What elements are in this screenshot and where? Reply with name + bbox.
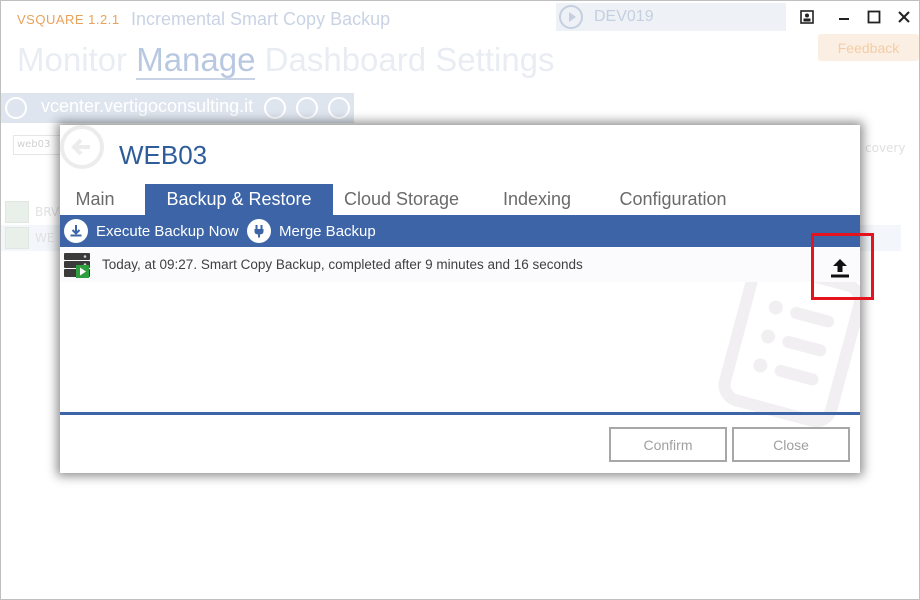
backup-row[interactable]: Today, at 09:27. Smart Copy Backup, comp… [60, 248, 860, 282]
document-watermark-icon [680, 280, 860, 430]
filter-input[interactable]: web03 [13, 135, 61, 155]
download-icon [64, 219, 88, 243]
screenshot-icon[interactable] [796, 6, 818, 28]
nav-item-dashboard[interactable]: Dashboard [265, 41, 426, 78]
vcenter-bar: vcenter.vertigoconsulting.it [1, 93, 354, 123]
play-icon [559, 5, 583, 29]
recovery-label: covery [865, 141, 906, 155]
title-bar: VSQUARE 1.2.1 Incremental Smart Copy Bac… [1, 1, 920, 33]
arrow-right-icon[interactable] [5, 97, 27, 119]
app-subtitle: Incremental Smart Copy Backup [131, 9, 391, 29]
vm-row-label: WE [35, 231, 55, 245]
vm-status-icon [5, 201, 29, 223]
execute-backup-label: Execute Backup Now [96, 222, 239, 240]
plug-icon [247, 219, 271, 243]
nav-item-monitor[interactable]: Monitor [17, 41, 127, 78]
server-name: DEV019 [594, 8, 654, 25]
tab-cloud-storage[interactable]: Cloud Storage [335, 184, 468, 215]
add-icon[interactable] [328, 97, 350, 119]
upload-icon[interactable] [828, 256, 852, 280]
tab-bar: Main Backup & Restore Cloud Storage Inde… [60, 184, 860, 215]
app-name: VSQUARE 1.2.1 [17, 12, 120, 27]
merge-backup-button[interactable]: Merge Backup [247, 215, 376, 247]
remove-icon[interactable] [264, 97, 286, 119]
tab-main[interactable]: Main [60, 184, 130, 215]
tab-configuration[interactable]: Configuration [610, 184, 736, 215]
execute-backup-button[interactable]: Execute Backup Now [64, 215, 239, 247]
vm-dialog: WEB03 Main Backup & Restore Cloud Storag… [60, 125, 874, 473]
nav-item-settings[interactable]: Settings [435, 41, 554, 78]
vcenter-label: vcenter.vertigoconsulting.it [41, 96, 254, 116]
vm-status-icon [5, 227, 29, 249]
feedback-button[interactable]: Feedback [818, 34, 919, 61]
tab-backup-restore[interactable]: Backup & Restore [145, 184, 333, 215]
vm-row-label: BRV [35, 205, 60, 219]
server-selector[interactable]: DEV019 [556, 3, 786, 31]
backup-toolbar: Execute Backup Now Merge Backup [60, 215, 860, 247]
edit-icon[interactable] [296, 97, 318, 119]
confirm-button[interactable]: Confirm [609, 427, 727, 462]
close-icon[interactable] [893, 6, 915, 28]
merge-backup-label: Merge Backup [279, 222, 376, 240]
nav-item-manage[interactable]: Manage [136, 41, 256, 80]
close-button[interactable]: Close [732, 427, 850, 462]
minimize-icon[interactable] [833, 6, 855, 28]
maximize-icon[interactable] [863, 6, 885, 28]
backup-description: Today, at 09:27. Smart Copy Backup, comp… [102, 257, 583, 272]
dialog-divider [60, 412, 860, 415]
tab-indexing[interactable]: Indexing [492, 184, 582, 215]
back-icon[interactable] [60, 125, 110, 175]
dialog-title: WEB03 [119, 140, 208, 170]
main-nav: Monitor Manage Dashboard Settings [17, 41, 555, 81]
server-backup-icon [63, 251, 91, 279]
